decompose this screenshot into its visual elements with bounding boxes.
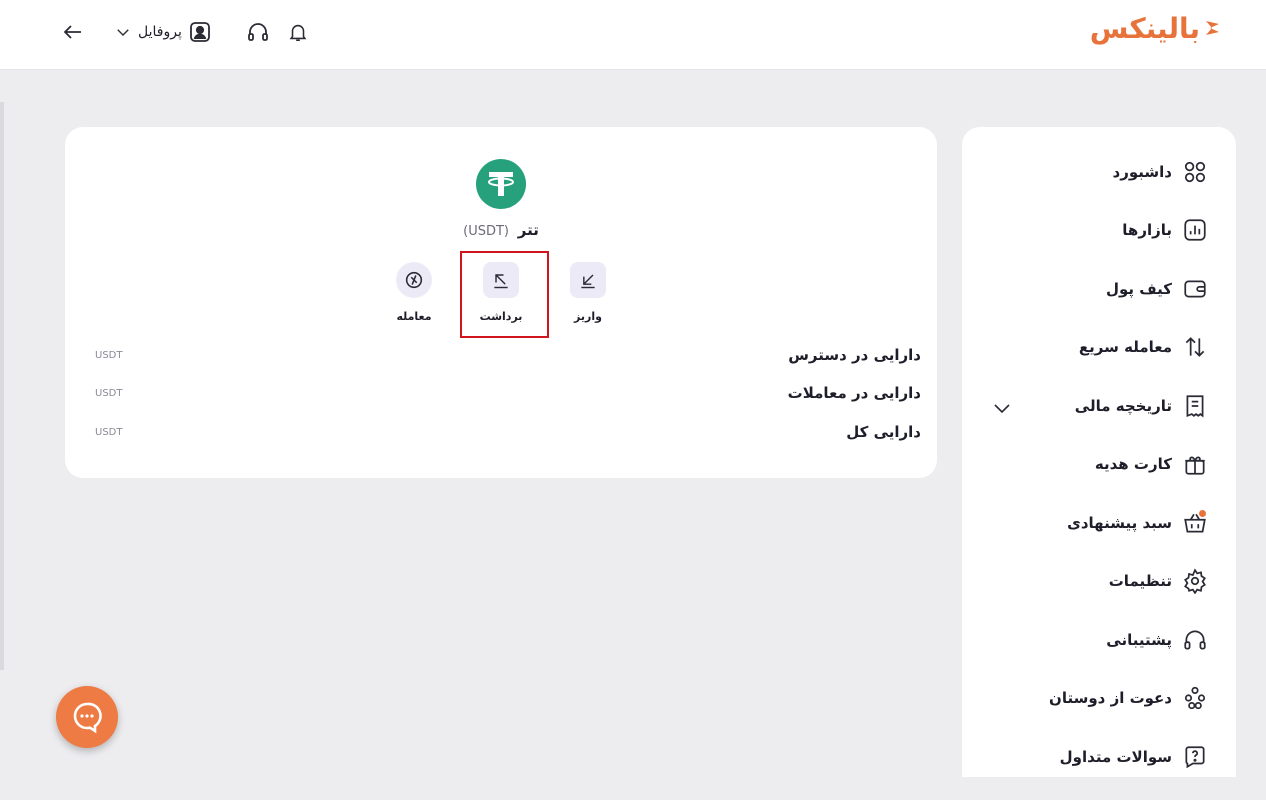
- chevron-down-icon[interactable]: [990, 396, 1014, 420]
- sidebar-item-label: تنظیمات: [1108, 572, 1172, 590]
- sidebar-item-label: سوالات متداول: [1059, 748, 1172, 766]
- asset-card: تتر (USDT) واریز برداشت معامله USDT دارا…: [65, 127, 937, 478]
- gift-icon: [1185, 456, 1205, 475]
- sidebar-item-label: معامله سریع: [1078, 338, 1172, 356]
- chevron-down-icon: [117, 29, 129, 36]
- trade-label: معامله: [396, 310, 432, 323]
- headset-icon: [1184, 630, 1206, 650]
- asset-title: تتر (USDT): [401, 221, 601, 239]
- sidebar-item-label: سبد پیشنهادی: [1067, 514, 1172, 532]
- profile-menu[interactable]: پروفایل: [114, 18, 212, 46]
- deposit-icon: [570, 262, 606, 298]
- sidebar-item-financial-history[interactable]: تاریخچه مالی: [1075, 391, 1208, 421]
- withdraw-highlight-box: [460, 251, 549, 338]
- question-icon: [1185, 746, 1205, 769]
- wallet-icon: [1184, 280, 1206, 298]
- sidebar-item-label: کارت هدیه: [1094, 455, 1172, 473]
- sidebar-item-invite-friends[interactable]: دعوت از دوستان: [1049, 683, 1208, 713]
- grid-icon: [1184, 161, 1206, 183]
- sidebar-item-label: بازارها: [1122, 221, 1172, 239]
- bell-icon[interactable]: [286, 20, 310, 44]
- headset-icon[interactable]: [246, 20, 270, 44]
- brand-logo[interactable]: بالینکس: [1090, 10, 1222, 46]
- balance-row-in-orders: USDT دارایی در معاملات: [95, 382, 921, 404]
- swap-icon: [1185, 337, 1205, 357]
- logo-mark-icon: [1206, 21, 1219, 35]
- sidebar-item-gift-card[interactable]: کارت هدیه: [1095, 449, 1208, 479]
- asset-symbol: (USDT): [463, 224, 509, 239]
- user-icon: [189, 22, 210, 42]
- sidebar-item-label: پشتیبانی: [1106, 631, 1172, 649]
- balance-row-available: USDT دارایی در دسترس: [95, 344, 921, 366]
- chat-bubble-icon: [73, 702, 102, 734]
- balance-label: دارایی کل: [846, 423, 921, 441]
- sidebar-item-wallet[interactable]: کیف پول: [1106, 274, 1208, 304]
- balance-label: دارایی در دسترس: [788, 346, 921, 364]
- sidebar-nav: داشبورد بازارها کیف پول معامله سریع تاری…: [962, 127, 1236, 777]
- balance-unit: USDT: [95, 387, 123, 399]
- balance-unit: USDT: [95, 349, 123, 361]
- deposit-label: واریز: [574, 310, 602, 323]
- sidebar-item-label: داشبورد: [1112, 163, 1172, 181]
- notification-dot: [1199, 510, 1206, 517]
- sidebar-item-settings[interactable]: تنظیمات: [1109, 566, 1208, 596]
- sidebar-item-quick-trade[interactable]: معامله سریع: [1079, 332, 1208, 362]
- chat-button[interactable]: [56, 686, 118, 748]
- sidebar-item-label: تاریخچه مالی: [1074, 397, 1172, 415]
- sidebar-item-suggested-basket[interactable]: سبد پیشنهادی: [1067, 508, 1208, 538]
- receipt-icon: [1186, 395, 1204, 418]
- chart-icon: [1184, 219, 1206, 241]
- sidebar-item-markets[interactable]: بازارها: [1122, 215, 1208, 245]
- sidebar-item-support[interactable]: پشتیبانی: [1106, 625, 1208, 655]
- sidebar-item-label: دعوت از دوستان: [1049, 689, 1172, 707]
- arrow-left-icon[interactable]: [61, 20, 85, 44]
- logo-text: بالینکس: [1089, 11, 1200, 45]
- asset-name: تتر: [517, 221, 539, 239]
- sidebar-item-label: کیف پول: [1106, 280, 1172, 298]
- balance-label: دارایی در معاملات: [787, 384, 921, 402]
- people-icon: [1184, 686, 1206, 710]
- sidebar-item-dashboard[interactable]: داشبورد: [1113, 157, 1208, 187]
- deposit-button[interactable]: واریز: [558, 262, 618, 323]
- sidebar-item-faq[interactable]: سوالات متداول: [1060, 742, 1208, 772]
- tether-coin-icon: [476, 159, 526, 209]
- balance-unit: USDT: [95, 426, 123, 438]
- balance-row-total: USDT دارایی کل: [95, 421, 921, 443]
- trade-icon: [396, 262, 432, 298]
- profile-label: پروفایل: [138, 24, 182, 40]
- top-header: بالینکس پروفایل: [0, 0, 1266, 70]
- scroll-edge: [0, 102, 4, 670]
- trade-button[interactable]: معامله: [384, 262, 444, 323]
- gear-icon: [1184, 568, 1206, 594]
